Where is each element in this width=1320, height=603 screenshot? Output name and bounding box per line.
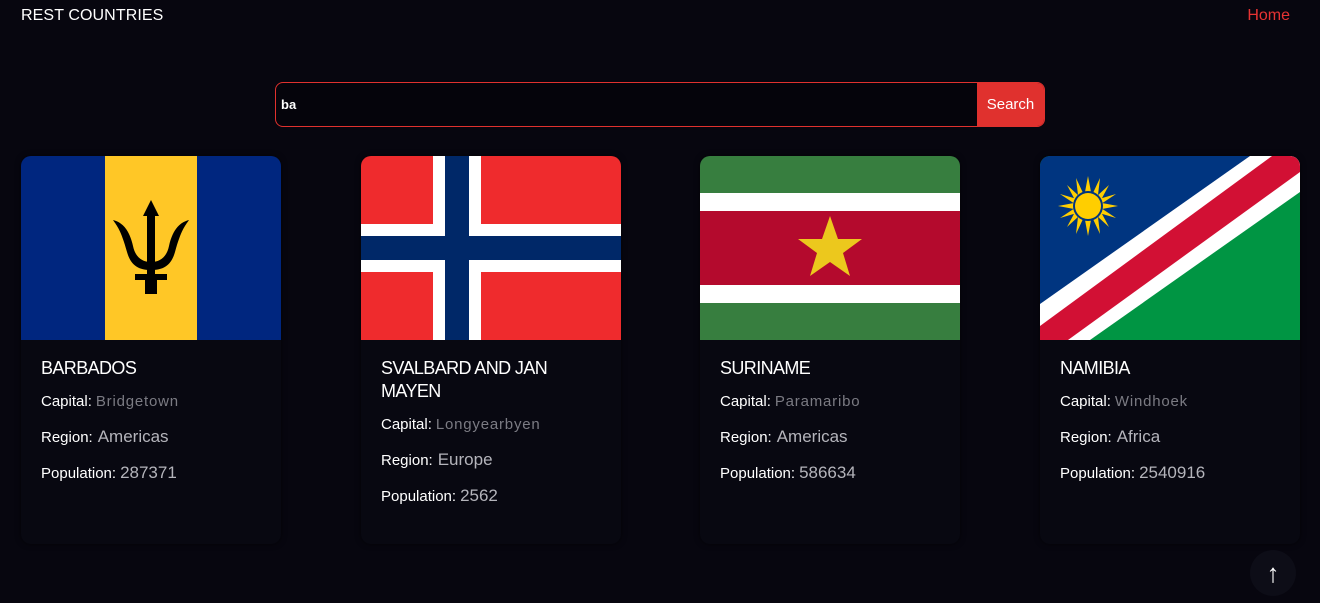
capital-value: Bridgetown [95,393,179,410]
region-value: Europe [437,450,493,469]
country-name: NAMIBIA [1060,358,1130,378]
region-row: Region: Europe [381,451,601,469]
country-name: SURINAME [720,358,811,378]
capital-row: Capital: Longyearbyen [381,416,601,433]
capital-row: Capital: Windhoek [1060,393,1280,410]
population-value: 2540916 [1139,463,1206,482]
population-value: 287371 [120,463,177,482]
capital-label: Capital: [41,393,92,410]
brand-title: REST COUNTRIES [21,7,164,24]
population-label: Population: [720,465,796,482]
capital-label: Capital: [720,393,771,410]
population-label: Population: [41,465,117,482]
sun-icon [1058,176,1118,236]
arrow-up-icon: ↑ [1266,557,1280,588]
capital-value: Windhoek [1114,393,1188,410]
population-row: Population: 586634 [720,464,940,482]
capital-value: Longyearbyen [435,416,541,433]
search-bar: Search [275,82,1045,127]
country-card[interactable]: NAMIBIA Capital: Windhoek Region: Africa P… [1040,156,1300,544]
country-card[interactable]: BARBADOS Capital: Bridgetown Region: Ameri… [21,156,281,544]
search-input[interactable] [276,83,977,126]
region-value: Americas [776,427,848,446]
region-label: Region: [41,429,93,446]
search-button[interactable]: Search [977,83,1044,126]
scroll-to-top-button[interactable]: ↑ [1250,550,1296,596]
svalbard-flag [361,156,621,340]
capital-value: Paramaribo [774,393,861,410]
suriname-flag [700,156,960,340]
population-value: 586634 [799,463,856,482]
country-card[interactable]: SVALBARD AND JAN MAYEN Capital: Longyearb… [361,156,621,544]
population-row: Population: 2540916 [1060,464,1280,482]
region-label: Region: [720,429,772,446]
capital-row: Capital: Paramaribo [720,393,940,410]
population-label: Population: [1060,465,1136,482]
region-label: Region: [381,452,433,469]
home-link[interactable]: Home [1247,7,1290,25]
country-card[interactable]: SURINAME Capital: Paramaribo Region: Ameri… [700,156,960,544]
region-value: Americas [97,427,169,446]
population-value: 2562 [460,486,498,505]
region-row: Region: Africa [1060,428,1280,446]
country-name: SVALBARD AND JAN MAYEN [381,358,548,401]
region-label: Region: [1060,429,1112,446]
population-row: Population: 2562 [381,487,601,505]
capital-label: Capital: [1060,393,1111,410]
barbados-flag [21,156,281,340]
region-row: Region: Americas [41,428,261,446]
region-value: Africa [1116,427,1161,446]
region-row: Region: Americas [720,428,940,446]
capital-label: Capital: [381,416,432,433]
country-name: BARBADOS [41,358,137,378]
population-row: Population: 287371 [41,464,261,482]
capital-row: Capital: Bridgetown [41,393,261,410]
population-label: Population: [381,488,457,505]
namibia-flag [1040,156,1300,340]
